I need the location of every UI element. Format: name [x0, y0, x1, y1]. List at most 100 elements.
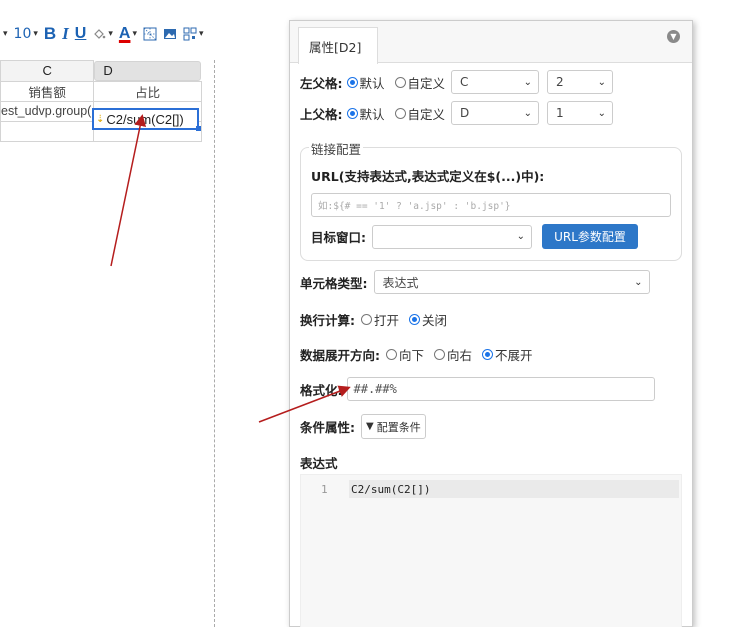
- qrcode-icon: [183, 27, 197, 41]
- link-config-fieldset: 链接配置 URL(支持表达式,表达式定义在$(...)中): 如:${# == …: [300, 139, 682, 261]
- cell-type-row: 单元格类型: 表达式 ⌄: [300, 270, 650, 294]
- chevron-down-icon: ⌄: [523, 107, 533, 119]
- page-break-line: [214, 60, 215, 627]
- top-parent-row-select[interactable]: 1 ⌄: [547, 101, 614, 125]
- url-params-button[interactable]: URL参数配置: [542, 224, 638, 249]
- wrap-calc-label: 换行计算:: [300, 313, 355, 328]
- top-parent-custom-radio[interactable]: 自定义: [394, 104, 446, 123]
- cell-c1[interactable]: 销售额: [0, 80, 95, 102]
- wrap-calc-row: 换行计算: 打开 关闭: [300, 310, 447, 329]
- border-button[interactable]: [142, 24, 158, 44]
- col-header-c[interactable]: C: [0, 60, 95, 82]
- expression-label-row: 表达式: [300, 453, 338, 472]
- font-size-value: 10: [13, 26, 32, 42]
- properties-panel: 属性[D2] ▼ 左父格: 默认 自定义 C ⌄ 2 ⌄ 上父格: 默认 自定义 D…: [289, 20, 693, 627]
- radio-label: 不展开: [495, 348, 533, 363]
- top-parent-col-select[interactable]: D ⌄: [451, 101, 540, 125]
- italic-button[interactable]: I: [61, 24, 70, 44]
- radio-label: 向下: [399, 348, 425, 363]
- radio-label: 自定义: [407, 106, 446, 122]
- chevron-down-icon: ⌄: [634, 276, 643, 288]
- expression-label: 表达式: [300, 456, 338, 471]
- target-window-label: 目标窗口:: [311, 230, 366, 245]
- chevron-down-icon: ⌄: [597, 76, 607, 88]
- bold-button[interactable]: B: [43, 24, 57, 44]
- radio-checked-icon: [482, 349, 494, 360]
- radio-unchecked-icon: [434, 349, 446, 360]
- fill-handle[interactable]: [196, 126, 201, 131]
- link-config-legend: 链接配置: [309, 139, 364, 158]
- format-input[interactable]: ##.##%: [346, 377, 655, 401]
- expand-down-icon: ⇣: [96, 113, 105, 125]
- cell-type-label: 单元格类型:: [300, 275, 368, 291]
- fill-color-button[interactable]: ▾: [91, 24, 114, 44]
- left-parent-col-select[interactable]: C ⌄: [451, 70, 540, 94]
- wrap-calc-on-radio[interactable]: 打开: [361, 310, 399, 329]
- expand-direction-row: 数据展开方向: 向下 向右 不展开: [300, 345, 533, 364]
- expand-down-radio[interactable]: 向下: [386, 345, 424, 364]
- configure-condition-button[interactable]: ▼ 配置条件: [361, 414, 426, 439]
- url-input[interactable]: 如:${# == '1' ? 'a.jsp' : 'b.jsp'}: [311, 193, 671, 217]
- chevron-down-icon: ⌄: [597, 107, 607, 119]
- toolbar-overflow-caret[interactable]: ▾: [0, 24, 9, 44]
- left-parent-custom-radio[interactable]: 自定义: [394, 73, 446, 92]
- url-label-row: URL(支持表达式,表达式定义在$(...)中):: [311, 166, 544, 185]
- underline-button[interactable]: U: [74, 24, 88, 44]
- cell-c2[interactable]: est_udvp.group(: [0, 100, 95, 122]
- select-value: 表达式: [382, 275, 419, 290]
- target-window-select[interactable]: ⌄: [372, 224, 532, 249]
- radio-checked-icon: [346, 76, 358, 88]
- cell-d2-value: C2/sum(C2[]): [106, 111, 184, 127]
- radio-label: 打开: [374, 313, 400, 328]
- condition-row: 条件属性: ▼ 配置条件: [300, 414, 426, 439]
- radio-checked-icon: [346, 107, 358, 119]
- radio-label: 默认: [359, 106, 385, 122]
- paint-bucket-icon: [94, 29, 106, 39]
- target-window-row: 目标窗口: ⌄ URL参数配置: [311, 224, 638, 249]
- cell-d2-selected[interactable]: ⇣ C2/sum(C2[]): [92, 108, 199, 130]
- qrcode-button[interactable]: ▾: [182, 24, 205, 44]
- radio-unchecked-icon: [394, 107, 406, 119]
- radio-unchecked-icon: [361, 314, 372, 325]
- radio-unchecked-icon: [386, 349, 397, 360]
- left-parent-label: 左父格:: [300, 75, 343, 91]
- font-color-icon: A: [118, 25, 131, 42]
- format-label: 格式化:: [300, 382, 343, 398]
- left-parent-row: 左父格: 默认 自定义 C ⌄ 2 ⌄: [300, 70, 614, 94]
- select-value: 2: [556, 75, 564, 89]
- top-parent-default-radio[interactable]: 默认: [346, 104, 385, 123]
- font-size-select[interactable]: 10 ▾: [13, 24, 39, 44]
- line-number: 1: [321, 483, 328, 496]
- expression-editor[interactable]: 1 C2/sum(C2[]): [300, 474, 682, 627]
- chevron-down-icon: ⌄: [523, 76, 533, 88]
- tab-properties[interactable]: 属性[D2]: [298, 27, 378, 64]
- cell-d1[interactable]: 占比: [93, 80, 202, 102]
- expression-code[interactable]: C2/sum(C2[]): [349, 480, 679, 498]
- radio-unchecked-icon: [394, 76, 406, 88]
- collapse-icon[interactable]: ▼: [667, 30, 680, 43]
- url-label: URL(支持表达式,表达式定义在$(...)中):: [311, 169, 545, 184]
- format-row: 格式化: ##.##%: [300, 377, 655, 401]
- select-value: 1: [556, 106, 564, 120]
- wrap-calc-off-radio[interactable]: 关闭: [409, 310, 447, 329]
- condition-label: 条件属性:: [300, 420, 355, 435]
- cell-type-select[interactable]: 表达式 ⌄: [373, 270, 650, 294]
- top-parent-label: 上父格:: [300, 106, 343, 122]
- panel-header: 属性[D2] ▼: [290, 21, 692, 64]
- font-color-button[interactable]: A ▾: [118, 24, 138, 44]
- expand-direction-label: 数据展开方向:: [300, 348, 380, 363]
- col-header-d[interactable]: D: [94, 60, 202, 81]
- radio-label: 关闭: [422, 313, 448, 328]
- radio-label: 向右: [447, 348, 473, 363]
- left-parent-row-select[interactable]: 2 ⌄: [547, 70, 614, 94]
- radio-checked-icon: [409, 314, 421, 325]
- expand-right-radio[interactable]: 向右: [434, 345, 472, 364]
- image-icon: [163, 29, 176, 39]
- left-parent-default-radio[interactable]: 默认: [346, 73, 385, 92]
- expand-none-radio[interactable]: 不展开: [482, 345, 533, 364]
- radio-label: 自定义: [407, 75, 446, 91]
- chevron-down-icon: ⌄: [516, 231, 525, 242]
- editor-gutter: [301, 475, 349, 627]
- image-button[interactable]: [162, 24, 178, 44]
- cell-c3[interactable]: [0, 120, 95, 142]
